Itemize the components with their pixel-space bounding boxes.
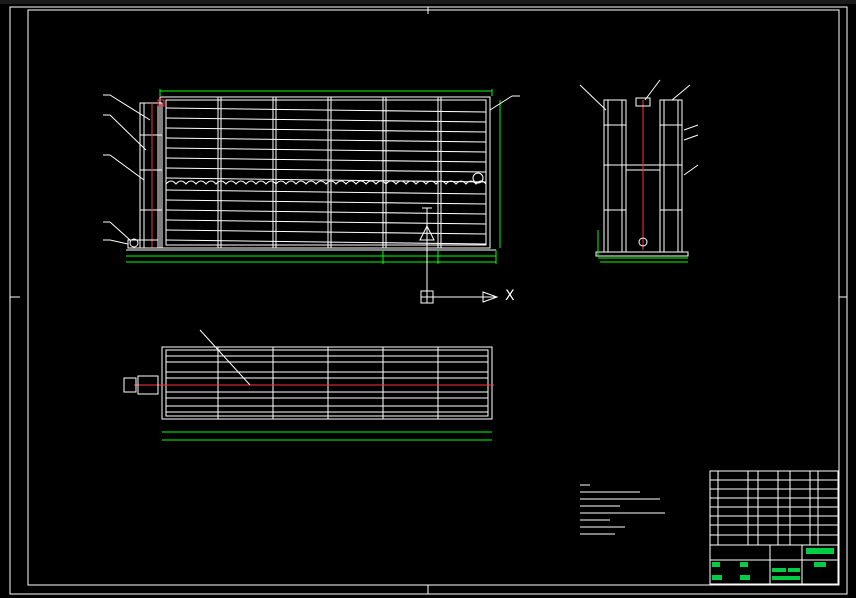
drawing-canvas[interactable] <box>0 0 856 598</box>
side-elevation-view[interactable] <box>579 79 699 263</box>
drawing-frame <box>9 6 848 595</box>
plan-view[interactable] <box>123 329 494 441</box>
title-block <box>709 470 839 585</box>
notes-block <box>580 484 665 535</box>
front-elevation-view[interactable] <box>103 89 520 264</box>
ucs-x-label: X <box>505 288 515 304</box>
